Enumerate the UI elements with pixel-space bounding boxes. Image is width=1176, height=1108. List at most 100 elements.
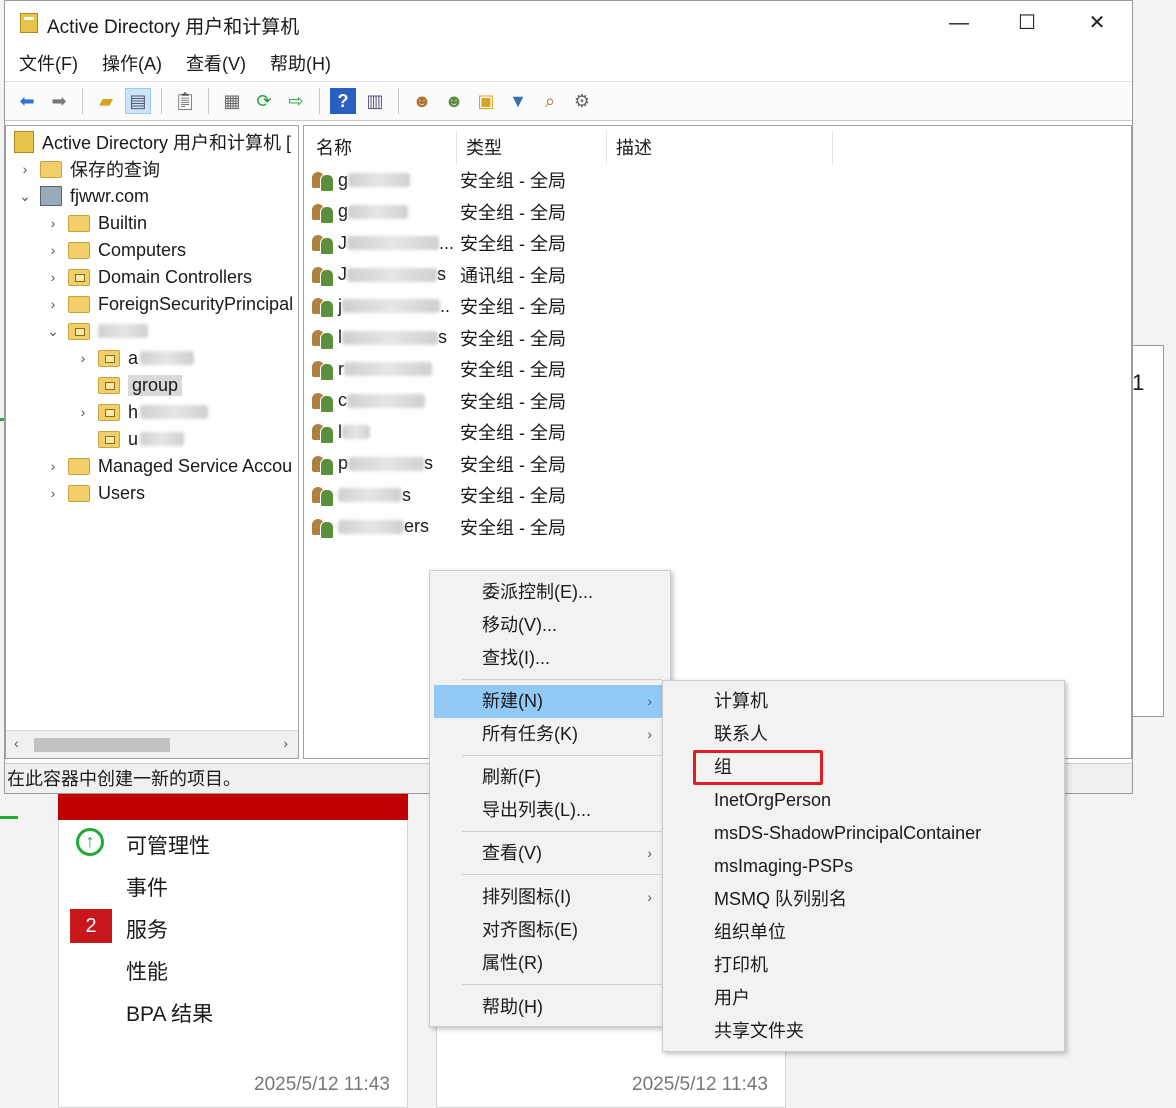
list-row[interactable]: l 安全组 - 全局 <box>312 418 566 446</box>
menu-item-help[interactable]: 帮助(H) <box>434 991 666 1024</box>
menu-item-delegate-control[interactable]: 委派控制(E)... <box>434 576 666 609</box>
tree-item-users[interactable]: › Users <box>46 480 145 506</box>
list-row[interactable]: J... 安全组 - 全局 <box>312 229 566 257</box>
list-row[interactable]: r 安全组 - 全局 <box>312 355 566 383</box>
tree-horizontal-scrollbar[interactable]: ‹ › <box>6 730 298 758</box>
menu-view[interactable]: 查看(V) <box>186 50 246 76</box>
menu-item-new[interactable]: 新建(N) › <box>434 685 666 718</box>
chevron-right-icon[interactable]: › <box>46 242 60 258</box>
title-bar[interactable]: Active Directory 用户和计算机 — ☐ ✕ <box>5 1 1132 45</box>
console-tree[interactable]: Active Directory 用户和计算机 [ › 保存的查询 ⌄ fjww… <box>5 125 299 759</box>
server-tile[interactable] <box>58 780 408 1108</box>
filter-icon[interactable]: ▼ <box>505 88 531 114</box>
chevron-right-icon[interactable]: › <box>46 269 60 285</box>
tree-item-domain-controllers[interactable]: › Domain Controllers <box>46 264 252 290</box>
chevron-down-icon[interactable]: ⌄ <box>18 188 32 205</box>
submenu-item-contact[interactable]: 联系人 <box>667 718 1059 751</box>
column-header-name[interactable]: 名称 <box>316 134 352 160</box>
submenu-item-computer[interactable]: 计算机 <box>667 685 1059 718</box>
tree-root[interactable]: Active Directory 用户和计算机 [ <box>14 129 291 155</box>
submenu-item-msds-shadow-principal-container[interactable]: msDS-ShadowPrincipalContainer <box>667 817 1059 850</box>
tree-item-ou-h[interactable]: › h <box>76 399 209 425</box>
column-divider[interactable] <box>832 130 833 164</box>
submenu-item-printer[interactable]: 打印机 <box>667 949 1059 982</box>
list-row[interactable]: s 安全组 - 全局 <box>312 481 566 509</box>
menu-item-export-list[interactable]: 导出列表(L)... <box>434 794 666 827</box>
list-row[interactable]: p s 安全组 - 全局 <box>312 450 566 478</box>
chevron-right-icon[interactable]: › <box>46 215 60 231</box>
chevron-right-icon[interactable]: › <box>18 161 32 177</box>
menu-item-refresh[interactable]: 刷新(F) <box>434 761 666 794</box>
chevron-down-icon[interactable]: ⌄ <box>46 323 60 340</box>
help-icon[interactable]: ? <box>330 88 356 114</box>
scroll-right-icon[interactable]: › <box>283 735 288 751</box>
tree-item-computers[interactable]: › Computers <box>46 237 186 263</box>
menu-item-find[interactable]: 查找(I)... <box>434 642 666 675</box>
maximize-button[interactable]: ☐ <box>997 7 1057 39</box>
tile-row-performance[interactable]: 性能 <box>126 956 168 986</box>
show-console-tree-icon[interactable]: ▤ <box>125 88 151 114</box>
details-list[interactable]: 名称 类型 描述 g 安全组 - 全局 g 安全组 - 全局 J... 安全组 - 全局 J… <box>303 125 1132 759</box>
tree-item-ou-u[interactable]: u <box>98 426 185 452</box>
menu-item-line-up-icons[interactable]: 对齐图标(E) <box>434 914 666 947</box>
column-divider[interactable] <box>606 130 607 164</box>
chevron-right-icon[interactable]: › <box>46 485 60 501</box>
tile-row-events[interactable]: 事件 <box>126 872 168 902</box>
menu-file[interactable]: 文件(F) <box>19 50 78 76</box>
submenu-item-msimaging-psps[interactable]: msImaging-PSPs <box>667 850 1059 883</box>
scrollbar-thumb[interactable] <box>34 738 170 752</box>
submenu-item-msmq-queue-alias[interactable]: MSMQ 队列别名 <box>667 883 1059 916</box>
chevron-right-icon[interactable]: › <box>76 404 90 420</box>
forward-icon[interactable]: ➡ <box>46 88 72 114</box>
submenu-item-ou[interactable]: 组织单位 <box>667 916 1059 949</box>
tile-row-manageability[interactable]: 可管理性 <box>126 830 210 860</box>
tile-row-bpa[interactable]: BPA 结果 <box>126 998 213 1028</box>
tree-item-ou[interactable]: ⌄ <box>46 318 148 344</box>
tree-item-domain[interactable]: ⌄ fjwwr.com <box>18 183 149 209</box>
submenu-item-user[interactable]: 用户 <box>667 982 1059 1015</box>
menu-item-all-tasks[interactable]: 所有任务(K) › <box>434 718 666 751</box>
clipboard-icon[interactable]: 📋︎ <box>172 88 198 114</box>
find-icon[interactable]: ⌕ <box>537 88 563 114</box>
back-icon[interactable]: ⬅ <box>14 88 40 114</box>
list-row[interactable]: g 安全组 - 全局 <box>312 198 566 226</box>
tree-item-managed-service-accounts[interactable]: › Managed Service Accou <box>46 453 292 479</box>
new-group-icon[interactable]: ☻ <box>441 88 467 114</box>
close-button[interactable]: ✕ <box>1067 7 1127 39</box>
column-header-type[interactable]: 类型 <box>466 134 502 160</box>
chevron-right-icon[interactable]: › <box>46 458 60 474</box>
menu-item-view[interactable]: 查看(V) › <box>434 837 666 870</box>
up-folder-icon[interactable]: ▰ <box>93 88 119 114</box>
menu-item-move[interactable]: 移动(V)... <box>434 609 666 642</box>
column-header-description[interactable]: 描述 <box>616 134 652 160</box>
new-user-icon[interactable]: ☻ <box>409 88 435 114</box>
add-member-icon[interactable]: ⚙ <box>569 88 595 114</box>
list-row[interactable]: Js 通讯组 - 全局 <box>312 261 566 289</box>
submenu-item-inetorgperson[interactable]: InetOrgPerson <box>667 784 1059 817</box>
tree-item-foreign-security-principals[interactable]: › ForeignSecurityPrincipal <box>46 291 293 317</box>
menu-item-properties[interactable]: 属性(R) <box>434 947 666 980</box>
tree-item-ou-a[interactable]: › a <box>76 345 195 371</box>
list-row[interactable]: ers 安全组 - 全局 <box>312 513 566 541</box>
submenu-item-shared-folder[interactable]: 共享文件夹 <box>667 1015 1059 1048</box>
new-ou-icon[interactable]: ▣ <box>473 88 499 114</box>
menu-item-arrange-icons[interactable]: 排列图标(I) › <box>434 881 666 914</box>
tree-item-builtin[interactable]: › Builtin <box>46 210 147 236</box>
tile-row-services[interactable]: 服务 <box>126 914 168 944</box>
menu-help[interactable]: 帮助(H) <box>270 50 331 76</box>
list-row[interactable]: l s 安全组 - 全局 <box>312 324 566 352</box>
action-pane-icon[interactable]: ▥ <box>362 88 388 114</box>
column-divider[interactable] <box>456 130 457 164</box>
minimize-button[interactable]: — <box>929 7 989 39</box>
tree-item-group[interactable]: group <box>98 372 183 398</box>
list-row[interactable]: j.. 安全组 - 全局 <box>312 292 566 320</box>
chevron-right-icon[interactable]: › <box>76 350 90 366</box>
list-row[interactable]: g 安全组 - 全局 <box>312 166 566 194</box>
tree-item-saved-queries[interactable]: › 保存的查询 <box>18 156 160 182</box>
refresh-icon[interactable]: ⟳ <box>251 88 277 114</box>
properties-icon[interactable]: ▦ <box>219 88 245 114</box>
menu-action[interactable]: 操作(A) <box>102 50 162 76</box>
scroll-left-icon[interactable]: ‹ <box>14 735 19 751</box>
export-list-icon[interactable]: ⇨ <box>283 88 309 114</box>
chevron-right-icon[interactable]: › <box>46 296 60 312</box>
